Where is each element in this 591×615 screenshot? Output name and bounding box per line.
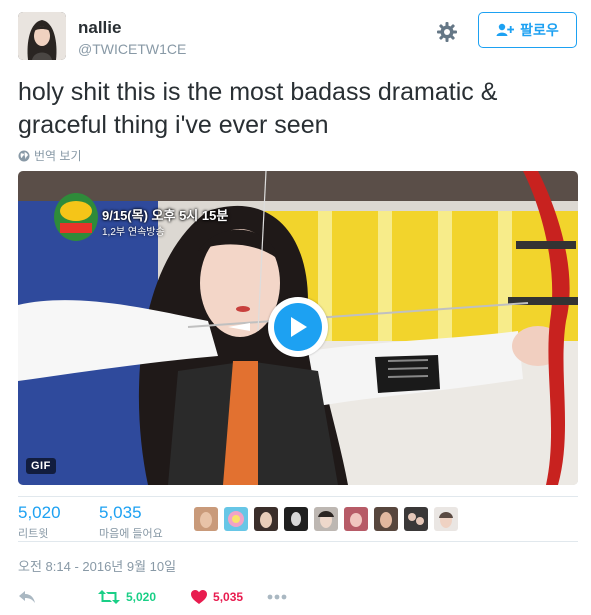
retweet-button[interactable]: 5,020 — [98, 590, 156, 604]
liker-avatar[interactable] — [284, 507, 308, 531]
play-button[interactable] — [268, 297, 328, 357]
liker-avatar[interactable] — [404, 507, 428, 531]
broadcast-date-overlay: 9/15(목) 오후 5시 15분 — [102, 208, 229, 223]
retweet-icon — [98, 590, 120, 604]
liker-avatar[interactable] — [374, 507, 398, 531]
follow-button[interactable]: 팔로우 — [478, 12, 577, 48]
retweet-stat-label: 리트윗 — [18, 528, 49, 540]
gif-badge: GIF — [26, 458, 56, 474]
follow-label: 팔로우 — [520, 22, 559, 38]
like-stat[interactable]: 5,035 마음에 들어요 — [99, 503, 163, 541]
reply-icon — [19, 591, 35, 603]
more-button[interactable] — [267, 594, 287, 600]
avatar[interactable] — [18, 12, 66, 60]
broadcast-sub-overlay: 1,2부 연속방송 — [102, 227, 165, 238]
like-stat-label: 마음에 들어요 — [99, 528, 163, 540]
translate-label: 번역 보기 — [34, 149, 82, 163]
reply-button[interactable] — [18, 590, 36, 604]
tweet-text: holy shit this is the most badass dramat… — [18, 78, 498, 139]
gif-media[interactable]: 9/15(목) 오후 5시 15분 1,2부 연속방송 GIF — [18, 171, 578, 485]
tweet-header: nallie @TWICETW1CE 팔로우 — [18, 12, 577, 62]
follow-person-icon — [496, 23, 515, 36]
retweet-stat[interactable]: 5,020 리트윗 — [18, 503, 61, 541]
more-icon — [267, 594, 287, 600]
liker-avatar[interactable] — [194, 507, 218, 531]
tweet-stats: 5,020 리트윗 5,035 마음에 들어요 — [18, 496, 578, 542]
liker-avatar[interactable] — [314, 507, 338, 531]
liker-avatar[interactable] — [254, 507, 278, 531]
liker-avatars — [194, 507, 458, 531]
globe-icon — [18, 150, 30, 161]
like-count: 5,035 — [213, 590, 244, 604]
gear-icon[interactable] — [435, 20, 459, 44]
translate-link[interactable]: 번역 보기 — [18, 147, 82, 164]
retweet-stat-count: 5,020 — [18, 503, 61, 522]
liker-avatar[interactable] — [434, 507, 458, 531]
retweet-count: 5,020 — [126, 590, 157, 604]
tweet-actions: 5,020 5,035 — [18, 586, 578, 608]
liker-avatar[interactable] — [224, 507, 248, 531]
tweet-timestamp[interactable]: 오전 8:14 - 2016년 9월 10일 — [18, 556, 176, 575]
like-stat-count: 5,035 — [99, 503, 142, 522]
liker-avatar[interactable] — [344, 507, 368, 531]
like-button[interactable]: 5,035 — [191, 590, 243, 604]
display-name[interactable]: nallie — [78, 18, 121, 38]
play-icon — [291, 317, 307, 337]
user-handle[interactable]: @TWICETW1CE — [78, 41, 186, 57]
heart-icon — [191, 590, 208, 604]
